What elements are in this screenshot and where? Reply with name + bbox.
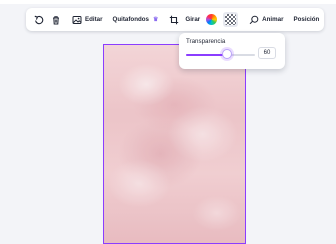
transparency-title: Transparencia	[186, 38, 226, 45]
crop-icon	[168, 14, 179, 25]
crop-button[interactable]	[165, 11, 182, 28]
context-toolbar: Editar Quitafondos ♛ Girar Animar Posici…	[26, 8, 324, 31]
animate-label: Animar	[262, 16, 284, 23]
remove-background-button[interactable]: Quitafondos ♛	[110, 11, 162, 28]
edit-label: Editar	[85, 16, 103, 23]
animate-button[interactable]: Animar	[245, 11, 286, 28]
position-label: Posición	[293, 16, 320, 23]
remove-bg-label: Quitafondos	[112, 16, 149, 23]
edit-image-icon	[71, 14, 82, 25]
edit-image-button[interactable]: Editar	[68, 11, 106, 28]
trash-icon	[50, 14, 61, 25]
pink-watercolor-image[interactable]	[104, 45, 245, 243]
selected-page[interactable]	[103, 44, 246, 244]
top-rule	[0, 0, 336, 4]
transparency-value-input[interactable]: 60	[258, 47, 276, 59]
rotate-label: Girar	[185, 16, 201, 23]
color-button[interactable]	[203, 11, 220, 28]
color-wheel-icon	[206, 14, 218, 25]
undo-button[interactable]	[30, 11, 47, 28]
delete-button[interactable]	[47, 11, 64, 28]
transparency-slider-fill	[186, 54, 227, 56]
transparency-slider-thumb[interactable]	[222, 49, 232, 59]
transparency-button[interactable]	[220, 11, 241, 28]
undo-icon	[33, 14, 44, 25]
position-button[interactable]: Posición	[291, 11, 323, 28]
editor-app: Editar Quitafondos ♛ Girar Animar Posici…	[0, 0, 336, 244]
transparency-slider-track[interactable]	[186, 54, 255, 56]
transparency-icon	[223, 12, 239, 27]
animate-icon	[248, 14, 259, 25]
rotate-button[interactable]: Girar	[182, 11, 203, 28]
crown-icon: ♛	[152, 17, 159, 23]
